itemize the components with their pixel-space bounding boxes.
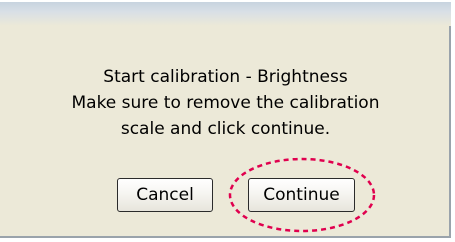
message-line-2: Make sure to remove the calibration — [71, 93, 380, 113]
message-line-1: Start calibration - Brightness — [103, 67, 348, 87]
continue-button[interactable]: Continue — [248, 178, 355, 212]
dialog-message: Start calibration - Brightness Make sure… — [0, 64, 451, 142]
dialog-title-bar — [0, 2, 451, 26]
message-line-3: scale and click continue. — [120, 119, 331, 139]
screenshot-frame: Start calibration - Brightness Make sure… — [0, 0, 455, 242]
calibration-dialog: Start calibration - Brightness Make sure… — [0, 2, 451, 238]
cancel-button[interactable]: Cancel — [117, 178, 213, 212]
